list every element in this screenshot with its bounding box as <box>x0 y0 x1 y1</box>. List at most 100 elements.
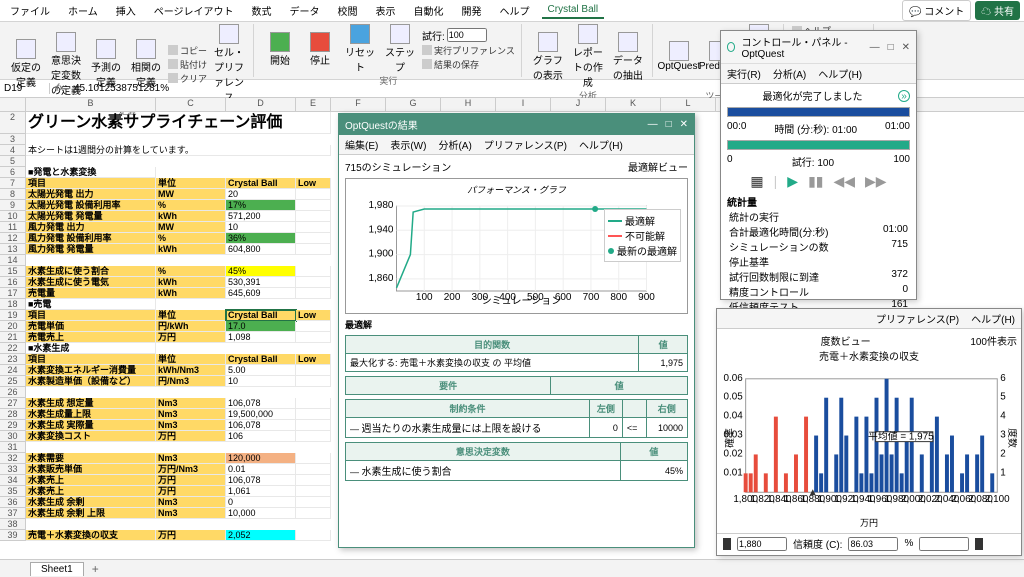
step-button[interactable]: ステップ <box>382 24 418 74</box>
cell[interactable]: 項目 <box>26 178 156 189</box>
row-header[interactable]: 28 <box>0 409 26 420</box>
cell[interactable]: 645,609 <box>226 288 296 299</box>
cell[interactable]: Crystal Ball <box>226 354 296 365</box>
cell[interactable]: 万円/Nm3 <box>156 464 226 475</box>
cell[interactable] <box>296 431 331 442</box>
right-slider[interactable] <box>975 538 983 550</box>
row-header[interactable]: 17 <box>0 288 26 299</box>
optquest-button[interactable]: OptQuest <box>661 41 697 72</box>
create-report-button[interactable]: レポートの作成 <box>570 24 606 89</box>
row-header[interactable]: 33 <box>0 464 26 475</box>
cell[interactable]: MW <box>156 189 226 200</box>
menu-item[interactable]: 分析(A) <box>438 137 471 152</box>
cell[interactable]: 10 <box>226 222 296 233</box>
copy-button[interactable]: コピー <box>168 44 207 57</box>
cell[interactable]: 1,098 <box>226 332 296 343</box>
col-header-E[interactable]: E <box>296 98 331 111</box>
cell[interactable]: 106,078 <box>226 420 296 431</box>
cell[interactable]: 万円 <box>156 332 226 343</box>
cell[interactable]: 項目 <box>26 310 156 321</box>
cell[interactable]: 2,052 <box>226 530 296 541</box>
cell[interactable] <box>296 486 331 497</box>
row-header[interactable]: 4 <box>0 145 26 156</box>
cell[interactable]: 風力発電 設備利用率 <box>26 233 156 244</box>
cell[interactable]: Nm3 <box>156 508 226 519</box>
cell[interactable]: 売電量 <box>26 288 156 299</box>
ribbon-tab-ヘルプ[interactable]: ヘルプ <box>494 1 536 20</box>
play-button[interactable]: ▶ <box>787 173 798 190</box>
menu-item[interactable]: ヘルプ(H) <box>818 66 862 81</box>
cell[interactable]: MW <box>156 222 226 233</box>
extract-data-button[interactable]: データの抽出 <box>610 32 646 82</box>
row-header[interactable]: 30 <box>0 431 26 442</box>
col-header-C[interactable]: C <box>156 98 226 111</box>
cell[interactable] <box>296 233 331 244</box>
ribbon-tab-ホーム[interactable]: ホーム <box>62 1 104 20</box>
cell[interactable]: 単位 <box>156 354 226 365</box>
row-header[interactable]: 10 <box>0 211 26 222</box>
col-header-I[interactable]: I <box>496 98 551 111</box>
cell[interactable]: 水素変換エネルギー消費量 <box>26 365 156 376</box>
row-header[interactable]: 32 <box>0 453 26 464</box>
ribbon-tab-ページレイアウト[interactable]: ページレイアウト <box>148 1 240 20</box>
row-header[interactable]: 7 <box>0 178 26 189</box>
forward-button[interactable]: ▶▶ <box>865 173 887 190</box>
row-header[interactable]: 20 <box>0 321 26 332</box>
menu-item[interactable]: 実行(R) <box>727 66 761 81</box>
cell[interactable]: 水素生成に使う電気 <box>26 277 156 288</box>
cell[interactable]: 10,000 <box>226 508 296 519</box>
cell[interactable]: 571,200 <box>226 211 296 222</box>
add-sheet-button[interactable]: + <box>92 562 99 576</box>
ribbon-tab-数式[interactable]: 数式 <box>246 1 278 20</box>
cell[interactable]: Nm3 <box>156 409 226 420</box>
view-charts-button[interactable]: グラフの表示 <box>530 32 566 82</box>
cell[interactable]: 項目 <box>26 354 156 365</box>
right-bound-input[interactable] <box>919 537 969 551</box>
cell[interactable] <box>296 332 331 343</box>
pause-button[interactable]: ▮▮ <box>808 173 823 190</box>
cell[interactable]: Crystal Ball <box>226 310 296 321</box>
cell[interactable]: 水素売上 <box>26 475 156 486</box>
cell[interactable]: 万円 <box>156 431 226 442</box>
cell[interactable]: 万円 <box>156 475 226 486</box>
rewind-button[interactable]: ◀◀ <box>833 173 855 190</box>
cell[interactable]: 太陽光発電 設備利用率 <box>26 200 156 211</box>
define-assumption-button[interactable]: 仮定の定義 <box>8 39 44 89</box>
cell[interactable] <box>296 321 331 332</box>
cell[interactable]: 水素生成 余剰 上限 <box>26 508 156 519</box>
row-header[interactable]: 37 <box>0 508 26 519</box>
cell[interactable]: 20 <box>226 189 296 200</box>
cell[interactable]: Crystal Ball <box>226 178 296 189</box>
define-forecast-button[interactable]: 予測の定義 <box>88 39 124 89</box>
menu-item[interactable]: プリファレンス(P) <box>876 311 959 326</box>
maximize-button[interactable]: □ <box>888 42 894 53</box>
cell[interactable]: 0.01 <box>226 464 296 475</box>
row-header[interactable]: 16 <box>0 277 26 288</box>
cell[interactable] <box>296 420 331 431</box>
cell[interactable]: Nm3 <box>156 453 226 464</box>
col-header-J[interactable]: J <box>551 98 606 111</box>
expand-icon[interactable]: » <box>898 90 910 102</box>
cell[interactable]: 水素生成 実際量 <box>26 420 156 431</box>
name-box[interactable]: D19 <box>0 83 50 94</box>
cell[interactable]: 1,061 <box>226 486 296 497</box>
cell[interactable]: 太陽光発電 出力 <box>26 189 156 200</box>
col-header-L[interactable]: L <box>661 98 716 111</box>
sheet-tab-sheet1[interactable]: Sheet1 <box>30 562 84 576</box>
row-header[interactable]: 36 <box>0 497 26 508</box>
col-header-F[interactable]: F <box>331 98 386 111</box>
cell[interactable] <box>296 222 331 233</box>
row-header[interactable]: 2 <box>0 112 26 134</box>
cell[interactable]: 10 <box>226 376 296 387</box>
cell[interactable]: 120,000 <box>226 453 296 464</box>
window-titlebar[interactable]: OptQuestの結果 — □ ✕ <box>339 114 694 135</box>
save-results-button[interactable]: 結果の保存 <box>422 58 515 71</box>
row-header[interactable]: 24 <box>0 365 26 376</box>
col-header-G[interactable]: G <box>386 98 441 111</box>
cell[interactable] <box>296 376 331 387</box>
cell[interactable]: 17.0 <box>226 321 296 332</box>
comment-button[interactable]: 💬 コメント <box>902 0 971 21</box>
cell[interactable]: 106,078 <box>226 398 296 409</box>
run-preferences-button[interactable]: 実行プリファレンス <box>422 44 515 57</box>
row-header[interactable]: 35 <box>0 486 26 497</box>
